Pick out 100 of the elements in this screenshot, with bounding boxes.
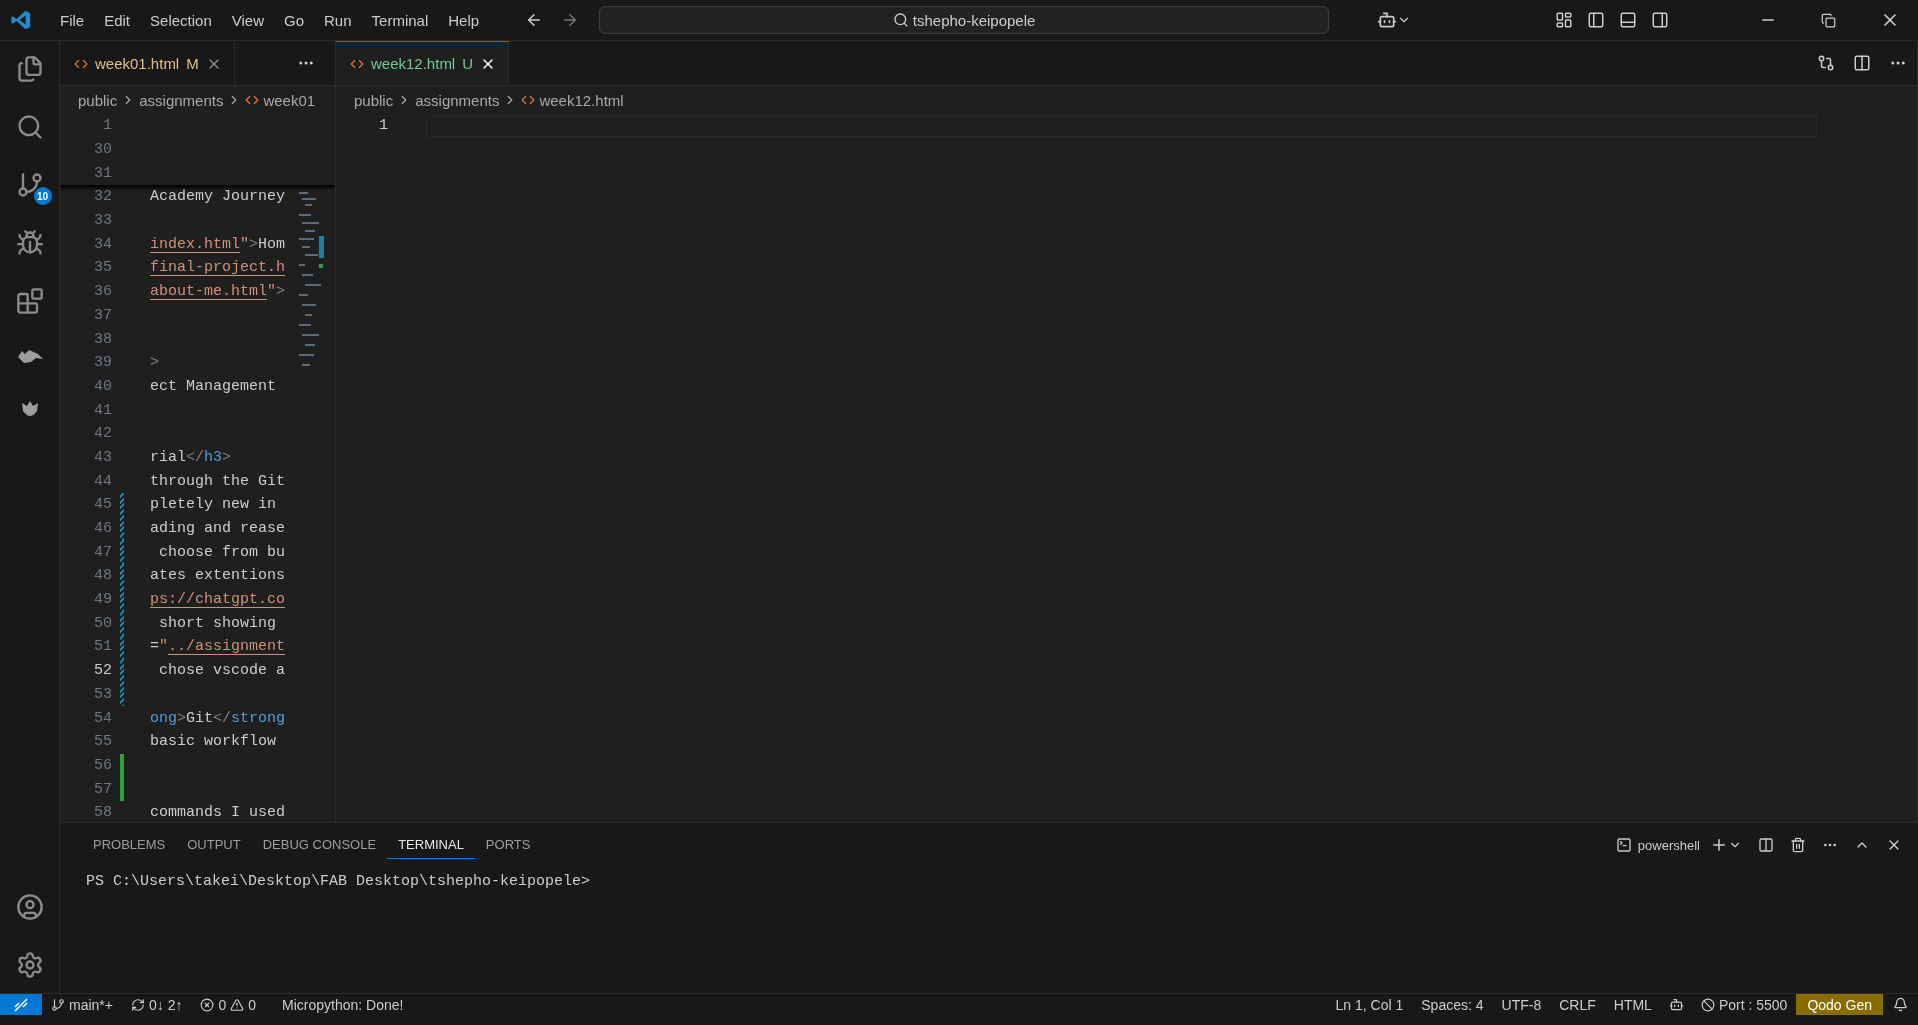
line-number: 55 [93, 733, 112, 751]
remote-button[interactable] [0, 994, 42, 1015]
breadcrumb-item[interactable]: public [78, 91, 118, 109]
line-number: 50 [93, 614, 112, 632]
status-item[interactable]: HTML [1604, 996, 1661, 1013]
line-number: 31 [93, 164, 112, 182]
panel-tab[interactable]: PROBLEMS [82, 831, 177, 859]
line-number: 52 [93, 662, 112, 680]
html-file-icon [245, 93, 260, 107]
menu-item[interactable]: View [221, 11, 274, 29]
code-line: ect Management [150, 377, 277, 395]
breadcrumb-item[interactable]: assignments [415, 91, 500, 109]
line-number: 35 [93, 259, 112, 277]
line-number: 44 [93, 472, 112, 490]
code-line: rial</h3> [150, 448, 232, 466]
line-number: 33 [93, 212, 112, 230]
code-line: ps://chatgpt.co [150, 591, 286, 609]
code-line: short showing [158, 614, 277, 632]
secondary-sidebar-icon[interactable] [1651, 11, 1669, 29]
line-number: 34 [93, 235, 112, 253]
editor-tab[interactable]: week12.html U [336, 41, 510, 85]
command-center[interactable]: tshepho-keipopele [599, 6, 1330, 34]
panel-toggle-icon[interactable] [1619, 11, 1637, 29]
code-line: index.html">Hom [150, 235, 286, 253]
menu-item[interactable]: Help [438, 11, 490, 29]
status-message: Micropython: Done! [281, 996, 405, 1013]
menu-item[interactable]: Go [274, 11, 314, 29]
breadcrumb-item[interactable]: week12.html [539, 91, 624, 109]
html-file-icon [521, 93, 536, 107]
breadcrumb-item[interactable]: public [354, 91, 394, 109]
split-icon[interactable] [1758, 837, 1774, 853]
line-number: 56 [93, 756, 112, 774]
panel-tab[interactable]: OUTPUT [176, 831, 252, 859]
settings-icon[interactable] [15, 951, 44, 979]
explorer-icon[interactable] [15, 55, 44, 83]
panel-tab[interactable]: PORTS [474, 831, 542, 859]
add-icon[interactable] [1710, 836, 1728, 854]
line-number: 47 [93, 543, 112, 561]
line-number: 41 [93, 401, 112, 419]
line-number: 58 [93, 804, 112, 822]
ban-icon [1700, 997, 1715, 1012]
breadcrumb-item[interactable]: assignments [139, 91, 224, 109]
menu-item[interactable]: Terminal [361, 11, 439, 29]
compare-icon[interactable] [1817, 54, 1835, 72]
menu-item[interactable]: Edit [94, 11, 141, 29]
sync-status[interactable]: 0↓ 2↑ [121, 996, 192, 1013]
error-count: 0 [218, 996, 227, 1013]
code-line: ="../assignment [150, 638, 286, 656]
code-line: choose from bu [158, 543, 286, 561]
code-line: ates extentions [150, 567, 286, 585]
line-number: 1 [378, 117, 388, 135]
line-number: 54 [93, 709, 112, 727]
problems-status[interactable]: 0 0 [191, 996, 266, 1013]
shell-label[interactable]: powershell [1637, 837, 1700, 853]
line-number: 45 [93, 496, 112, 514]
line-number: 37 [93, 306, 112, 324]
trash-icon[interactable] [1790, 837, 1806, 853]
extensions-icon[interactable] [15, 287, 44, 315]
debug-icon[interactable] [15, 229, 44, 257]
robot-icon[interactable] [1377, 10, 1398, 30]
code-line: > [150, 354, 159, 372]
line-number: 39 [93, 354, 112, 372]
split-editor-icon[interactable] [1853, 54, 1871, 72]
code-line: Academy Journey [150, 188, 286, 206]
count-badge: 10 [33, 187, 52, 205]
line-number: 38 [93, 330, 112, 348]
account-icon[interactable] [15, 893, 44, 921]
layout-icon[interactable] [1555, 11, 1573, 29]
menu-item[interactable]: File [50, 11, 95, 29]
line-number: 46 [93, 520, 112, 538]
status-item[interactable]: Spaces: 4 [1412, 996, 1493, 1013]
search-icon[interactable] [15, 113, 44, 141]
robot-icon[interactable] [1668, 997, 1684, 1012]
panel-tab[interactable]: DEBUG CONSOLE [251, 831, 388, 859]
code-line: ading and rease [150, 520, 286, 538]
menu-item[interactable]: Selection [140, 11, 222, 29]
branch-icon [51, 997, 65, 1012]
code-line: pletely new in [150, 496, 277, 514]
status-item[interactable]: Ln 1, Col 1 [1326, 996, 1413, 1013]
code-line: ong>Git</strong [150, 709, 286, 727]
extension-button[interactable]: Qodo Gen [1796, 994, 1883, 1015]
branch-status[interactable]: main*+ [42, 996, 122, 1013]
bell-icon[interactable] [1893, 997, 1908, 1012]
code-line: through the Git [150, 472, 286, 490]
port-status[interactable]: Port : 5500 [1691, 996, 1797, 1013]
panel-tab[interactable]: TERMINAL [387, 831, 475, 859]
warning-count: 0 [248, 996, 257, 1013]
status-item[interactable]: CRLF [1550, 996, 1605, 1013]
warning-icon [230, 997, 245, 1012]
line-number: 40 [93, 377, 112, 395]
line-number: 32 [93, 188, 112, 206]
line-number: 42 [93, 425, 112, 443]
line-number: 51 [93, 638, 112, 656]
status-item[interactable]: UTF-8 [1492, 996, 1551, 1013]
breadcrumb-item[interactable]: week01 [263, 91, 316, 109]
search-icon [892, 12, 909, 28]
sidebar-toggle-icon[interactable] [1587, 11, 1605, 29]
restore-icon[interactable] [1821, 12, 1836, 28]
line-number: 43 [93, 448, 112, 466]
menu-item[interactable]: Run [314, 11, 362, 29]
